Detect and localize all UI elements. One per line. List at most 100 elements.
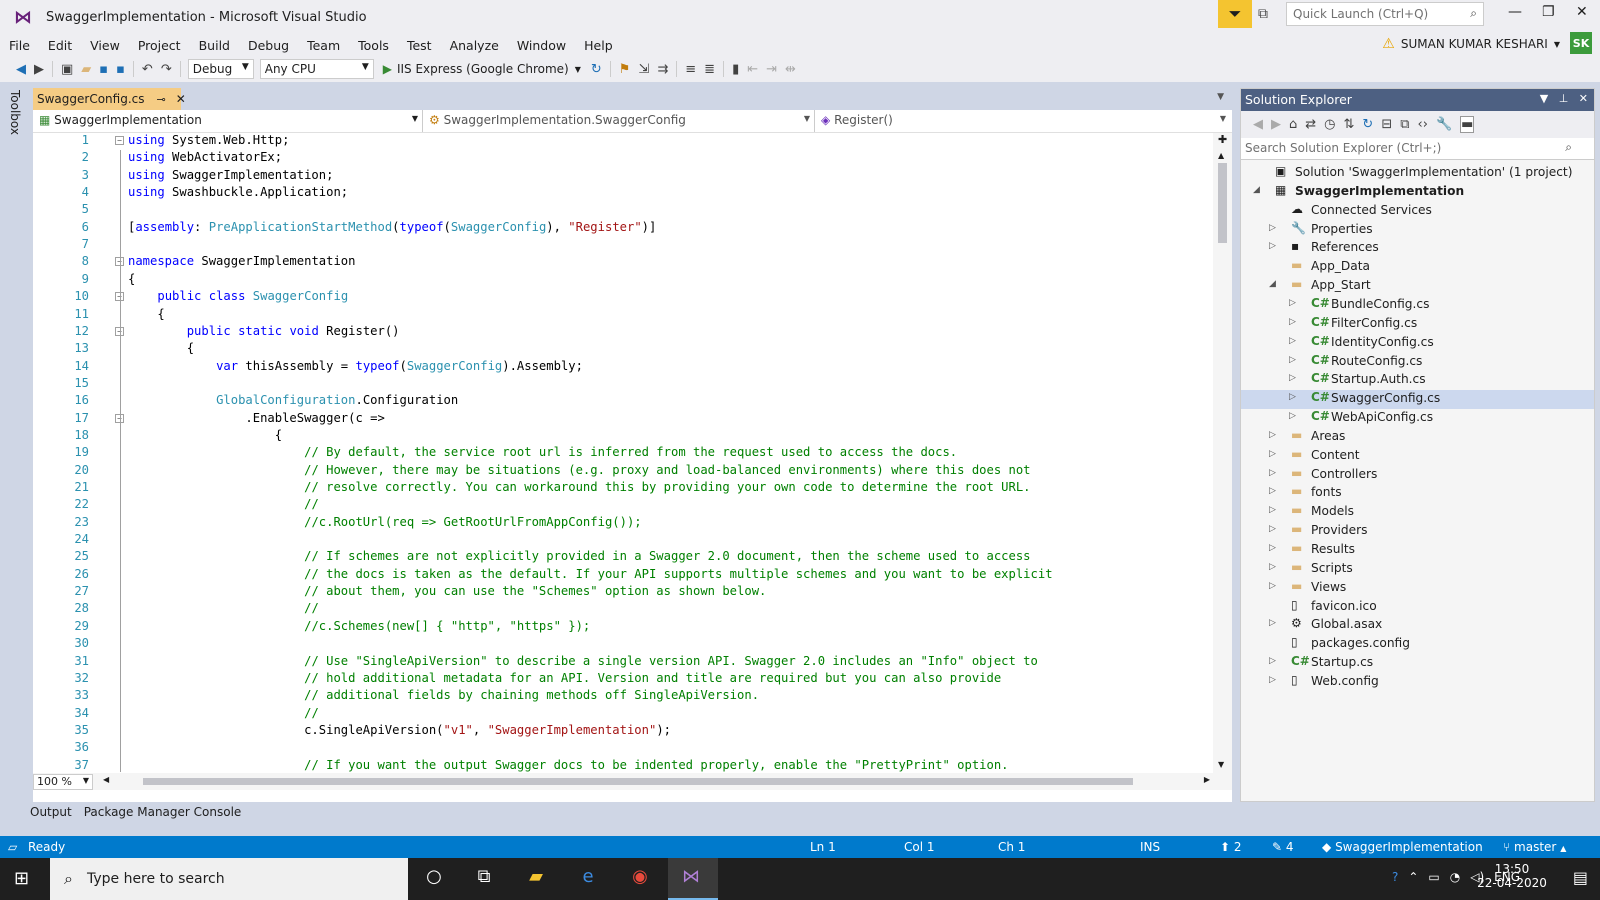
code-line[interactable]: 35 c.SingleApiVersion("v1", "SwaggerImpl… [33, 723, 1213, 740]
switch-views-icon[interactable]: ⇄ [1305, 117, 1316, 132]
scroll-up-icon[interactable]: ▲ [1218, 151, 1224, 160]
step-into-icon[interactable]: ⇲ [638, 62, 649, 77]
pending-changes-filter-icon[interactable]: ◷ [1324, 117, 1335, 132]
tree-item[interactable]: ▷ C# SwaggerConfig.cs [1241, 390, 1594, 410]
tree-item[interactable]: ▷ C# Startup.Auth.cs [1241, 371, 1594, 390]
repository-button[interactable]: ◆ SwaggerImplementation [1322, 840, 1483, 854]
menu-file[interactable]: File [0, 38, 39, 53]
view-code-icon[interactable]: ‹› [1418, 117, 1428, 132]
tree-item[interactable]: ▷ ▯ Web.config [1241, 673, 1594, 692]
collapse-icon[interactable]: ◢ [1253, 185, 1260, 195]
menu-project[interactable]: Project [129, 38, 190, 53]
show-all-files-icon[interactable]: ⧉ [1400, 117, 1409, 132]
menu-window[interactable]: Window [508, 38, 575, 53]
prev-bookmark-icon[interactable]: ⇤ [747, 62, 758, 77]
file-explorer-icon[interactable]: ▰ [522, 866, 550, 887]
menu-build[interactable]: Build [190, 38, 239, 53]
next-bookmark-icon[interactable]: ⇥ [766, 62, 777, 77]
type-navigation-select[interactable]: ⚙ SwaggerImplementation.SwaggerConfig ▼ [423, 110, 815, 132]
refresh-icon[interactable]: ↻ [1362, 117, 1373, 132]
back-icon[interactable]: ◀ [16, 62, 26, 77]
expand-icon[interactable]: ▷ [1269, 524, 1276, 534]
expand-icon[interactable]: ▷ [1269, 223, 1276, 233]
expand-icon[interactable]: ▷ [1289, 355, 1296, 365]
code-line[interactable]: 29 //c.Schemes(new[] { "http", "https" }… [33, 619, 1213, 636]
forward-icon[interactable]: ▶ [1271, 117, 1281, 132]
code-line[interactable]: 33 // additional fields by chaining meth… [33, 688, 1213, 705]
code-line[interactable]: 5 [33, 202, 1213, 219]
tree-item[interactable]: ▷ ▬ fonts [1241, 484, 1594, 503]
split-icon[interactable]: ✚ [1218, 133, 1227, 146]
code-line[interactable]: 30 [33, 636, 1213, 653]
tree-item[interactable]: ▯ packages.config [1241, 635, 1594, 654]
expand-icon[interactable]: ▷ [1269, 675, 1276, 685]
expand-icon[interactable]: ▷ [1289, 298, 1296, 308]
visual-studio-logo-icon[interactable]: ⋈ [10, 6, 36, 28]
undo-icon[interactable]: ↶ [142, 62, 153, 77]
home-icon[interactable]: ⌂ [1289, 117, 1297, 132]
tree-item[interactable]: ▷ C# Startup.cs [1241, 654, 1594, 673]
toolbox-tab[interactable]: Toolbox [8, 90, 22, 135]
code-line[interactable]: 14 var thisAssembly = typeof(SwaggerConf… [33, 359, 1213, 376]
account-menu[interactable]: ⚠ SUMAN KUMAR KESHARI ▼ [1382, 36, 1560, 52]
code-line[interactable]: 11 { [33, 307, 1213, 324]
expand-icon[interactable]: ▷ [1289, 317, 1296, 327]
tree-item[interactable]: ▷ ▬ Content [1241, 447, 1594, 466]
code-line[interactable]: 36 [33, 740, 1213, 757]
expand-icon[interactable]: ▷ [1269, 430, 1276, 440]
expand-icon[interactable]: ▷ [1269, 618, 1276, 628]
code-line[interactable]: 6 [assembly: PreApplicationStartMethod(ty… [33, 220, 1213, 237]
zoom-select[interactable]: 100 % ▼ [33, 773, 93, 790]
task-view-icon[interactable]: ⧉ [470, 866, 498, 887]
code-line[interactable]: 24 [33, 532, 1213, 549]
expand-icon[interactable]: ▷ [1289, 336, 1296, 346]
scrollbar-thumb[interactable] [1218, 163, 1227, 243]
code-line[interactable]: 26 // the docs is taken as the default. … [33, 567, 1213, 584]
tree-item[interactable]: ▷ C# FilterConfig.cs [1241, 315, 1594, 334]
code-line[interactable]: 4 using Swashbuckle.Application; [33, 185, 1213, 202]
expand-icon[interactable]: ▷ [1289, 373, 1296, 383]
tree-item[interactable]: ▷ ▬ Scripts [1241, 560, 1594, 579]
code-line[interactable]: 1 − using System.Web.Http; [33, 133, 1213, 150]
uncomment-icon[interactable]: ≣ [704, 62, 715, 77]
branch-button[interactable]: ⑂ master ▲ [1503, 840, 1566, 854]
code-line[interactable]: 15 [33, 376, 1213, 393]
menu-debug[interactable]: Debug [239, 38, 298, 53]
save-icon[interactable]: ▪ [99, 62, 108, 77]
code-line[interactable]: 18 { [33, 428, 1213, 445]
menu-view[interactable]: View [81, 38, 129, 53]
step-over-icon[interactable]: ⇉ [657, 62, 668, 77]
visual-studio-taskbar-button[interactable]: ⋈ [668, 858, 718, 900]
code-line[interactable]: 13 { [33, 341, 1213, 358]
scroll-down-icon[interactable]: ▼ [1218, 760, 1224, 769]
tree-item[interactable]: ◢ ▦ SwaggerImplementation [1241, 183, 1594, 202]
save-all-icon[interactable]: ▪ [116, 62, 125, 77]
menu-tools[interactable]: Tools [349, 38, 398, 53]
solution-platform-select[interactable]: Any CPU ▼ [259, 59, 374, 79]
code-line[interactable]: 8−namespace SwaggerImplementation [33, 254, 1213, 271]
code-line[interactable]: 22 // [33, 497, 1213, 514]
close-icon[interactable]: ✕ [1579, 92, 1588, 105]
browser-link-icon[interactable]: ⚑ [619, 62, 631, 77]
tree-item[interactable]: ▷ ⚙ Global.asax [1241, 616, 1594, 635]
code-line[interactable]: 27 // about them, you can use the "Schem… [33, 584, 1213, 601]
expand-icon[interactable]: ▷ [1269, 543, 1276, 553]
code-line[interactable]: 25 // If schemes are not explicitly prov… [33, 549, 1213, 566]
feedback-icon[interactable]: ⧉ [1258, 6, 1268, 22]
pin-icon[interactable]: ⊸ [157, 93, 166, 106]
redo-icon[interactable]: ↷ [161, 62, 172, 77]
collapse-all-icon[interactable]: ⊟ [1381, 117, 1392, 132]
scroll-right-icon[interactable]: ▶ [1204, 775, 1210, 784]
sync-icon[interactable]: ⇅ [1344, 117, 1355, 132]
close-icon[interactable]: ✕ [176, 92, 186, 106]
expand-icon[interactable]: ▷ [1269, 581, 1276, 591]
code-line[interactable]: 12− public static void Register() [33, 324, 1213, 341]
chevron-up-icon[interactable]: ⌃ [1408, 870, 1418, 884]
auto-hide-pin-icon[interactable]: ⊥ [1559, 92, 1569, 105]
bookmark-icon[interactable]: ▮ [732, 62, 739, 77]
expand-icon[interactable]: ▷ [1289, 392, 1296, 402]
collapse-icon[interactable]: ◢ [1269, 279, 1276, 289]
expand-icon[interactable]: ▷ [1269, 241, 1276, 251]
output-window-icon[interactable]: ▱ [8, 840, 17, 854]
pending-changes-button[interactable]: ✎ 4 [1272, 840, 1294, 854]
